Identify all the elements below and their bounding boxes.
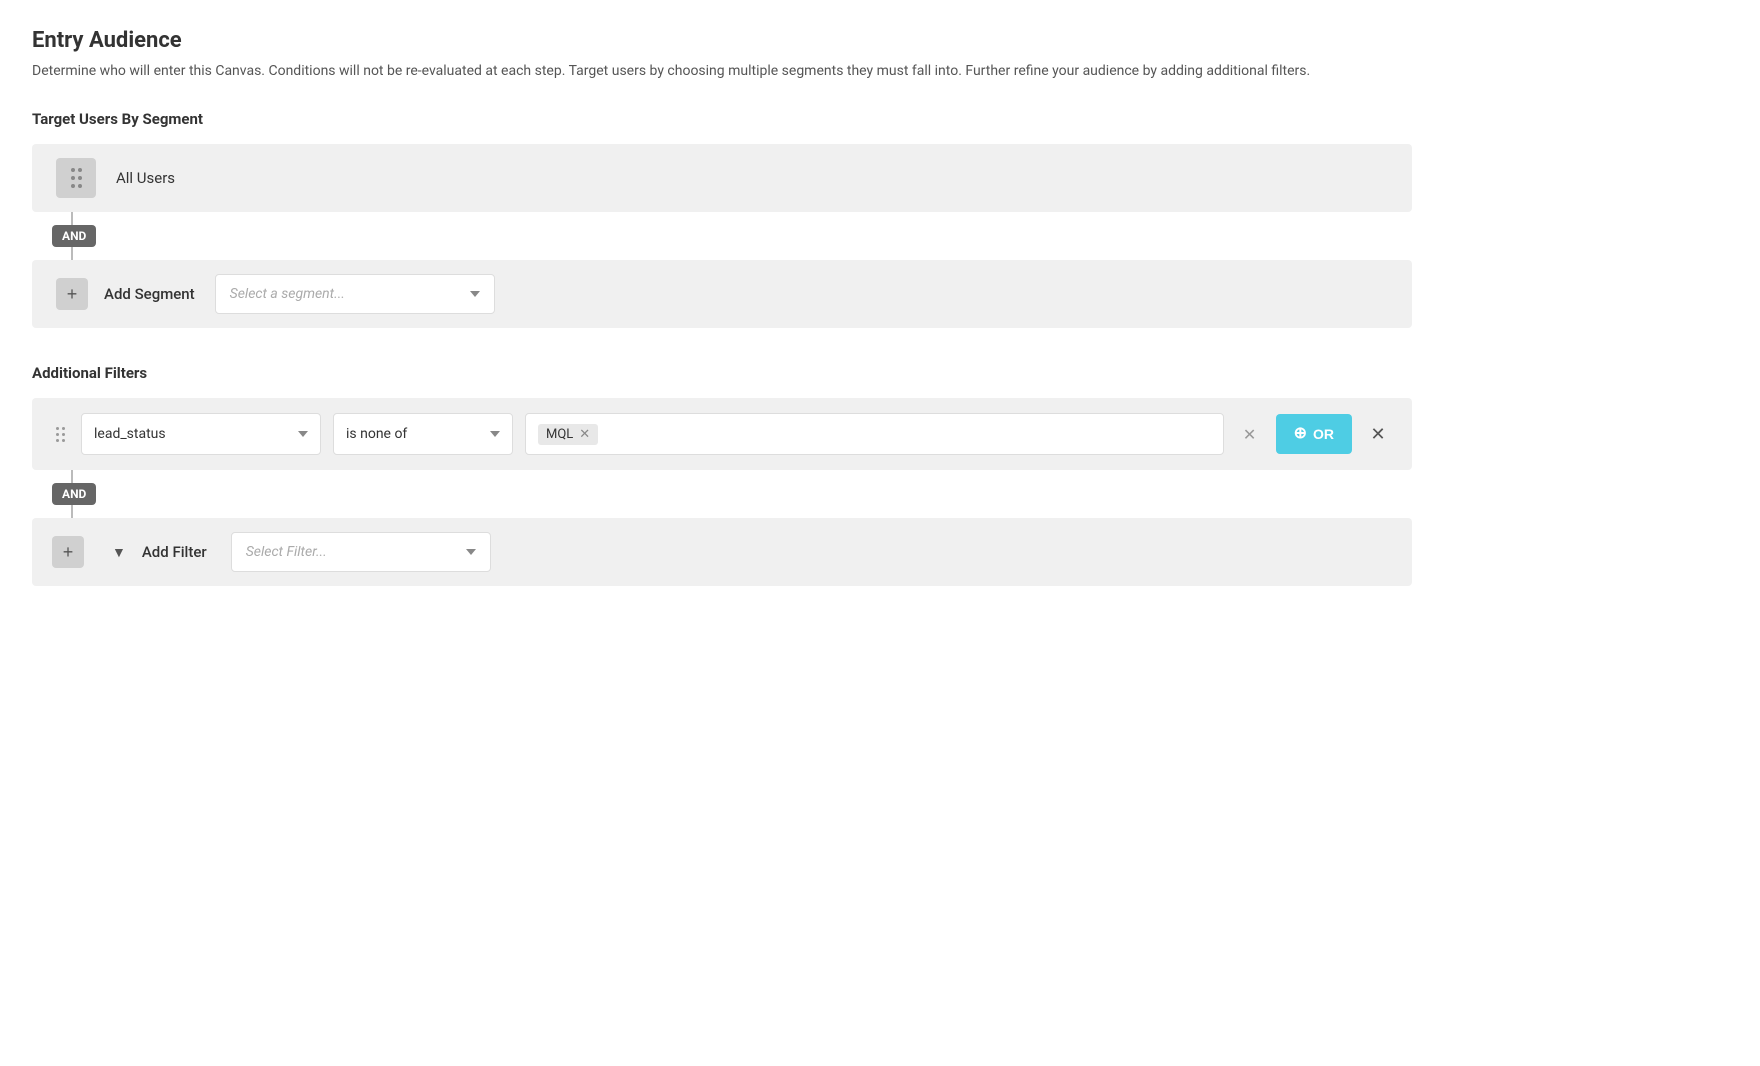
and-connector-segments: AND (52, 212, 1728, 260)
tag-remove-button[interactable]: ✕ (579, 428, 590, 441)
or-button-label: OR (1313, 426, 1334, 442)
select-filter-placeholder: Select Filter... (246, 544, 327, 560)
select-filter-dropdown[interactable]: Select Filter... (231, 532, 491, 572)
segment-chevron-down-icon (470, 291, 480, 297)
additional-filters-section: Additional Filters lead_status is none o… (32, 364, 1728, 586)
filter-operator-value: is none of (346, 426, 407, 442)
additional-filters-title: Additional Filters (32, 364, 1728, 382)
add-segment-row: + Add Segment Select a segment... (32, 260, 1412, 328)
filter-value-box[interactable]: MQL ✕ (525, 413, 1224, 455)
filter-operator-chevron-icon (490, 431, 500, 437)
target-users-section-title: Target Users By Segment (32, 110, 1728, 128)
filter-field-chevron-icon (298, 431, 308, 437)
filter-drag-handle[interactable] (52, 423, 69, 446)
page-title: Entry Audience (32, 28, 1728, 53)
all-users-row: All Users (32, 144, 1412, 212)
filter-row: lead_status is none of MQL ✕ ✕ ⊕ OR ✕ (32, 398, 1412, 470)
segment-select-dropdown[interactable]: Select a segment... (215, 274, 495, 314)
page-description: Determine who will enter this Canvas. Co… (32, 61, 1412, 82)
and-connector-filters: AND (52, 470, 1728, 518)
add-filter-label: Add Filter (142, 543, 207, 561)
filter-field-select[interactable]: lead_status (81, 413, 321, 455)
clear-filter-button[interactable]: ✕ (1236, 420, 1264, 448)
or-button[interactable]: ⊕ OR (1276, 414, 1352, 454)
and-badge-segments: AND (52, 225, 96, 247)
and-badge-filters: AND (52, 483, 96, 505)
or-plus-icon: ⊕ (1294, 426, 1307, 442)
delete-filter-row-button[interactable]: ✕ (1364, 420, 1392, 448)
add-filter-plus-button[interactable]: + (52, 536, 84, 568)
add-segment-plus-button[interactable]: + (56, 278, 88, 310)
filter-operator-select[interactable]: is none of (333, 413, 513, 455)
filter-field-value: lead_status (94, 426, 166, 442)
add-filter-row: + ▼ Add Filter Select Filter... (32, 518, 1412, 586)
handle-dots (71, 168, 82, 188)
select-filter-chevron-icon (466, 549, 476, 555)
add-segment-label: Add Segment (104, 285, 195, 303)
tag-label: MQL (546, 427, 573, 442)
all-users-handle (56, 158, 96, 198)
filter-tag-mql: MQL ✕ (538, 424, 598, 445)
target-users-section: Target Users By Segment All Users AND + … (32, 110, 1728, 328)
segment-select-placeholder: Select a segment... (230, 286, 345, 302)
all-users-label: All Users (116, 169, 175, 187)
filter-funnel-icon: ▼ (112, 544, 126, 561)
